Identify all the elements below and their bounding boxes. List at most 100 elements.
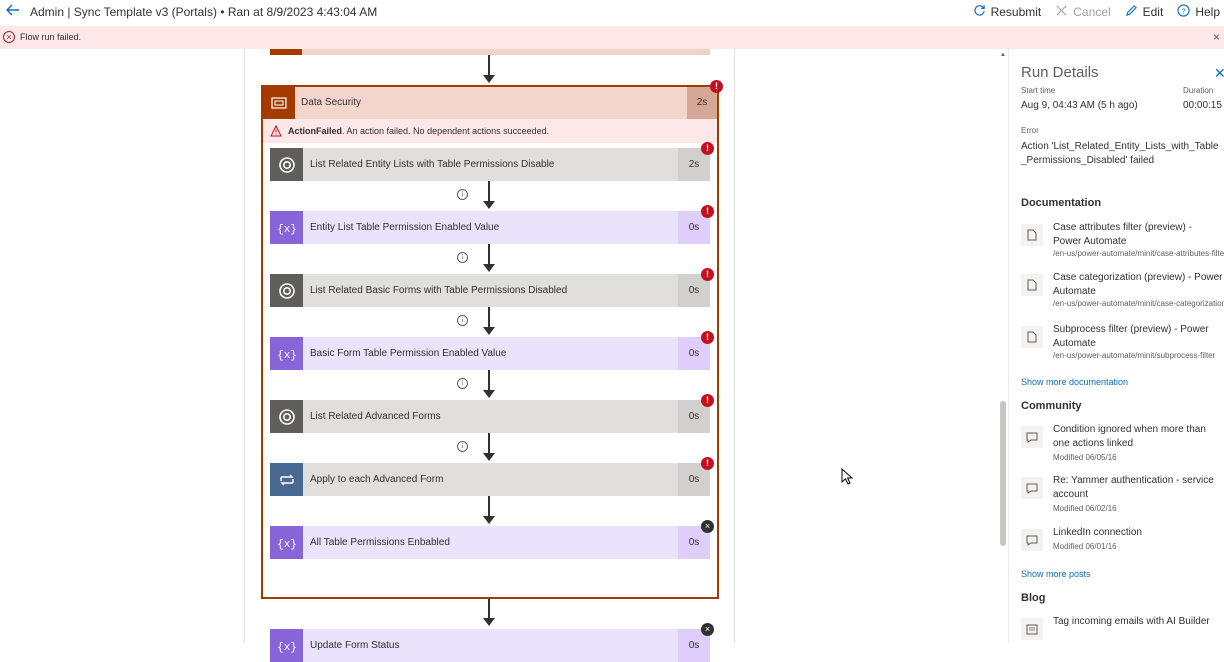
previous-action-card[interactable] <box>270 49 710 55</box>
dataverse-icon <box>270 274 303 307</box>
show-more-posts-link[interactable]: Show more posts <box>1021 569 1091 579</box>
action-card[interactable]: {x} Entity List Table Permission Enabled… <box>270 211 710 244</box>
variable-icon: {x} <box>270 526 303 559</box>
start-time-value: Aug 9, 04:43 AM (5 h ago) <box>1021 100 1138 111</box>
help-icon: ? <box>1177 4 1190 20</box>
doc-path: /en-us/power-automate/minit/case-categor… <box>1053 299 1224 308</box>
error-banner: × Flow run failed. × <box>0 26 1224 49</box>
connector <box>488 307 490 328</box>
scope-title: Data Security <box>301 97 362 108</box>
news-icon <box>1021 618 1043 640</box>
info-icon[interactable]: i <box>457 189 468 200</box>
blog-heading: Blog <box>1021 592 1046 604</box>
connector <box>488 433 490 454</box>
scope-icon <box>263 87 295 119</box>
action-card[interactable]: List Related Basic Forms with Table Perm… <box>270 274 710 307</box>
scrollbar-thumb[interactable] <box>1000 401 1006 546</box>
connector-arrow <box>483 453 495 461</box>
action-card[interactable]: List Related Advanced Forms 0s <box>270 400 710 433</box>
connector-arrow <box>483 327 495 335</box>
help-button[interactable]: ? Help <box>1177 4 1220 20</box>
error-icon: × <box>3 31 15 43</box>
close-icon <box>1055 4 1068 20</box>
connector-arrow <box>483 75 495 83</box>
connector-arrow <box>483 516 495 524</box>
dataverse-icon <box>270 400 303 433</box>
start-time-label: Start time <box>1021 86 1056 95</box>
info-icon[interactable]: i <box>457 315 468 326</box>
info-icon[interactable]: i <box>457 378 468 389</box>
doc-title: Subprocess filter (preview) - Power Auto… <box>1053 324 1209 349</box>
doc-link[interactable]: Case categorization (preview) - Power Au… <box>1021 271 1224 317</box>
action-card[interactable]: List Related Entity Lists with Table Per… <box>270 148 710 181</box>
connector <box>488 370 490 391</box>
variable-icon: {x} <box>270 211 303 244</box>
community-post[interactable]: Condition ignored when more than one act… <box>1021 423 1224 469</box>
scroll-up-icon[interactable]: ▲ <box>1000 52 1006 58</box>
blog-title: Tag incoming emails with AI Builder <box>1053 616 1210 627</box>
connector <box>488 496 490 517</box>
action-title: List Related Advanced Forms <box>310 411 441 422</box>
chat-icon <box>1021 529 1043 551</box>
scope-header[interactable]: Data Security 2s <box>263 87 717 119</box>
cancel-button[interactable]: Cancel <box>1055 4 1111 20</box>
scope-failed-badge: ! <box>710 80 723 93</box>
connector <box>488 244 490 265</box>
close-panel-icon[interactable]: ✕ <box>1214 65 1224 82</box>
failure-code: ActionFailed <box>288 126 343 136</box>
error-message: Flow run failed. <box>20 32 82 42</box>
scope-failure-banner: ActionFailed. An action failed. No depen… <box>263 119 717 143</box>
info-icon[interactable]: i <box>457 441 468 452</box>
post-title: LinkedIn connection <box>1053 527 1142 538</box>
run-details-panel: Run Details ✕ Start time Aug 9, 04:43 AM… <box>1008 49 1224 643</box>
mouse-cursor-icon <box>841 467 854 485</box>
info-icon[interactable]: i <box>457 252 468 263</box>
action-title: All Table Permissions Enbabled <box>310 537 450 548</box>
action-card[interactable]: {x} All Table Permissions Enbabled 0s <box>270 526 710 559</box>
action-card[interactable]: Apply to each Advanced Form 0s <box>270 463 710 496</box>
show-more-docs-link[interactable]: Show more documentation <box>1021 377 1128 387</box>
document-icon <box>1021 274 1043 296</box>
failed-badge: ! <box>701 331 714 344</box>
post-title: Condition ignored when more than one act… <box>1053 424 1206 449</box>
edit-button[interactable]: Edit <box>1125 4 1164 20</box>
failed-badge: ! <box>701 142 714 155</box>
action-card[interactable]: {x} Basic Form Table Permission Enabled … <box>270 337 710 370</box>
variable-icon: {x} <box>270 337 303 370</box>
next-action-card[interactable]: {x} Update Form Status 0s <box>270 629 710 662</box>
community-post[interactable]: Re: Yammer authentication - service acco… <box>1021 474 1224 520</box>
connector <box>488 599 490 619</box>
canvas-scrollbar[interactable]: ▲ <box>999 49 1008 643</box>
edit-label: Edit <box>1142 5 1164 19</box>
failure-message: . An action failed. No dependent actions… <box>342 126 550 136</box>
dismiss-icon[interactable]: × <box>1213 30 1220 44</box>
doc-link[interactable]: Case attributes filter (preview) - Power… <box>1021 221 1224 267</box>
skipped-badge: × <box>701 520 714 533</box>
dataverse-icon <box>270 148 303 181</box>
header-bar: Admin | Sync Template v3 (Portals) • Ran… <box>0 0 1224 25</box>
post-modified: Modified 06/02/16 <box>1053 504 1117 513</box>
help-label: Help <box>1195 5 1220 19</box>
resubmit-button[interactable]: Resubmit <box>973 4 1041 20</box>
chat-icon <box>1021 477 1043 499</box>
variable-icon: {x} <box>270 629 303 662</box>
blog-post[interactable]: Tag incoming emails with AI Builder <box>1021 615 1224 643</box>
post-modified: Modified 06/05/16 <box>1053 453 1117 462</box>
doc-path: /en-us/power-automate/minit/subprocess-f… <box>1053 351 1216 360</box>
document-icon <box>1021 224 1043 246</box>
action-title: Entity List Table Permission Enabled Val… <box>310 222 500 233</box>
action-title: Apply to each Advanced Form <box>310 474 444 485</box>
document-icon <box>1021 326 1043 348</box>
doc-title: Case categorization (preview) - Power Au… <box>1053 272 1223 297</box>
doc-link[interactable]: Subprocess filter (preview) - Power Auto… <box>1021 323 1224 369</box>
back-arrow-icon[interactable] <box>4 3 22 21</box>
chat-icon <box>1021 426 1043 448</box>
community-post[interactable]: LinkedIn connection Modified 06/01/16 <box>1021 526 1224 572</box>
error-value: Action 'List_Related_Entity_Lists_with_T… <box>1021 141 1219 166</box>
failed-badge: ! <box>701 394 714 407</box>
connector-arrow <box>483 618 495 626</box>
connector-arrow <box>483 390 495 398</box>
action-title: Basic Form Table Permission Enabled Valu… <box>310 348 507 359</box>
skipped-badge: × <box>701 623 714 636</box>
next-action-title: Update Form Status <box>310 640 400 651</box>
